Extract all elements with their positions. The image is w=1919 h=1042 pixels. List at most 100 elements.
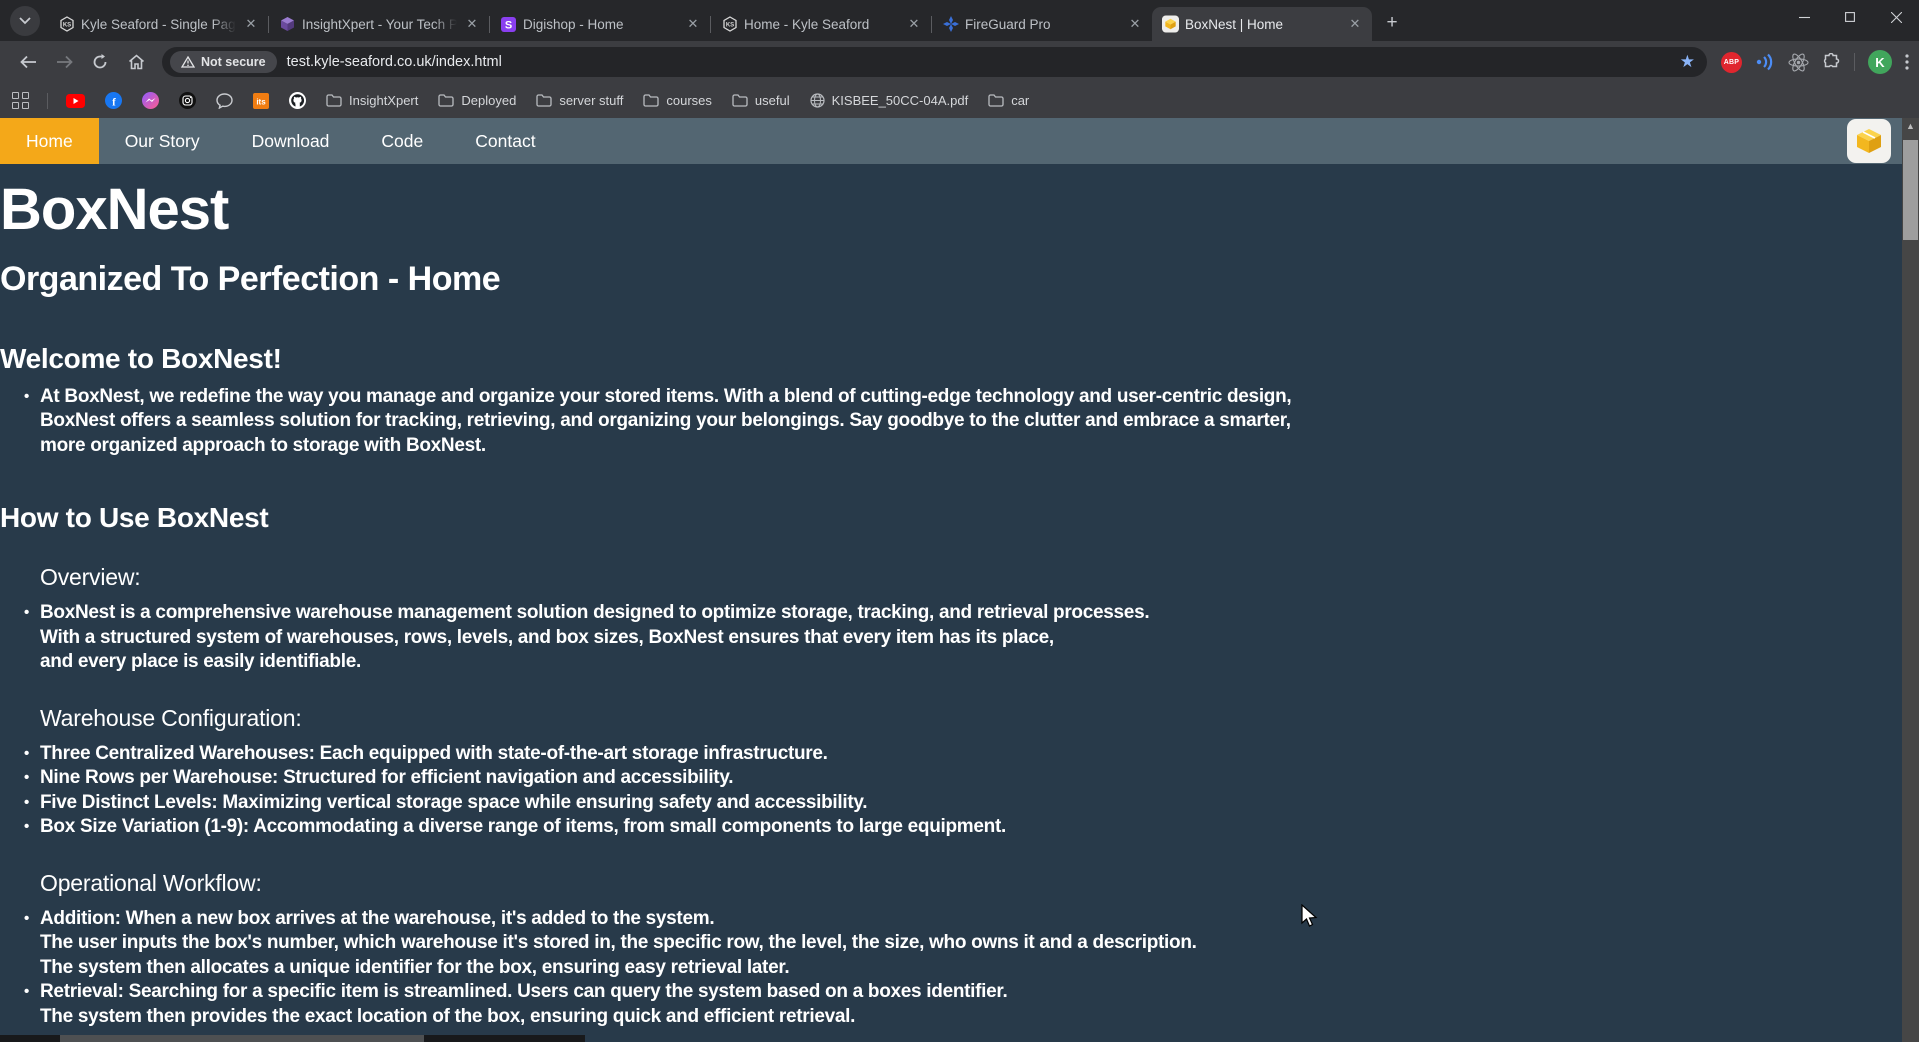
bookmark-kisbee-50cc-04a-pdf[interactable]: KISBEE_50CC-04A.pdf [810,93,969,108]
web-page: HomeOur StoryDownloadCodeContact BoxNest… [0,118,1919,1042]
instagram-icon [179,92,196,109]
svg-text:KS: KS [725,23,733,29]
folder-icon [536,94,552,107]
adblock-extension-icon[interactable]: ABP [1721,52,1742,73]
vertical-scrollbar[interactable]: ▲ [1902,118,1919,1042]
horizontal-scrollbar[interactable] [0,1035,585,1042]
toolbar-separator [1854,53,1855,71]
apps-grid-icon[interactable] [12,92,29,109]
bookmark-label: InsightXpert [349,93,418,108]
tab-close-button[interactable]: ✕ [1346,15,1364,33]
bookmark-deployed[interactable]: Deployed [438,93,516,108]
nav-item-home[interactable]: Home [0,118,99,164]
close-icon [1891,12,1902,23]
bookmark-insightxpert[interactable]: InsightXpert [326,93,418,108]
address-bar[interactable]: Not secure test.kyle-seaford.co.uk/index… [162,47,1707,77]
url-text[interactable]: test.kyle-seaford.co.uk/index.html [287,54,1680,70]
forward-button[interactable] [49,47,79,77]
nav-item-code[interactable]: Code [355,118,449,164]
page-content: BoxNest Organized To Perfection - Home W… [0,164,1919,1042]
bookmark-star-icon[interactable]: ★ [1680,52,1695,72]
facebook-icon: f [105,92,122,109]
warning-triangle-icon [181,56,195,68]
tab-close-button[interactable]: ✕ [1126,15,1144,33]
folder-icon [988,94,1004,107]
ks-hexagon-favicon-icon: KS [58,16,75,33]
home-button[interactable] [121,47,151,77]
tab-title: InsightXpert - Your Tech Partner [302,17,457,32]
bullet-list: Addition: When a new box arrives at the … [0,907,1919,1030]
tab-title: BoxNest | Home [1185,17,1340,32]
back-button[interactable] [13,47,43,77]
bookmark-item[interactable] [289,92,306,109]
profile-avatar[interactable]: K [1868,50,1892,74]
messenger-icon [142,92,159,109]
subsection-heading: Warehouse Configuration: [40,705,1919,732]
security-chip[interactable]: Not secure [170,51,277,73]
bookmark-item[interactable] [216,93,233,109]
tab-search-button[interactable] [10,6,40,36]
bookmark-item[interactable] [142,92,159,109]
nav-item-our-story[interactable]: Our Story [99,118,226,164]
new-tab-button[interactable]: + [1378,9,1406,37]
bookmark-server-stuff[interactable]: server stuff [536,93,623,108]
browser-tab[interactable]: FireGuard Pro ✕ [932,7,1152,41]
bookmark-item[interactable]: its [253,93,269,109]
minimize-button[interactable] [1781,0,1827,34]
maximize-icon [1845,12,1855,22]
bookmarks-separator [47,93,48,109]
window-controls [1781,0,1919,34]
sections-container: Welcome to BoxNest!At BoxNest, we redefi… [0,343,1919,1042]
home-icon [128,54,145,70]
horizontal-scrollbar-thumb[interactable] [60,1035,424,1042]
ks-hexagon-favicon-icon: KS [721,16,738,33]
nav-item-download[interactable]: Download [226,118,356,164]
browser-tab[interactable]: KSHome - Kyle Seaford✕ [711,7,931,41]
close-window-button[interactable] [1873,0,1919,34]
bookmark-courses[interactable]: courses [643,93,712,108]
tab-close-button[interactable]: ✕ [684,15,702,33]
browser-tab[interactable]: S Digishop - Home ✕ [490,7,710,41]
browser-tab[interactable]: KSKyle Seaford - Single Page (Dark✕ [48,7,268,41]
extensions-puzzle-icon[interactable] [1822,53,1841,72]
vertical-scrollbar-thumb[interactable] [1903,140,1918,240]
reload-button[interactable] [85,47,115,77]
bookmarks-bar: f its InsightXpert Deployed server stuff cour… [0,83,1919,118]
tab-strip: KSKyle Seaford - Single Page (Dark✕Insig… [0,0,1919,41]
forward-arrow-icon [56,55,73,69]
package-box-icon [1854,126,1884,156]
maximize-button[interactable] [1827,0,1873,34]
tabs-container: KSKyle Seaford - Single Page (Dark✕Insig… [48,7,1372,41]
bookmark-useful[interactable]: useful [732,93,790,108]
security-label: Not secure [201,55,266,69]
folder-icon [732,94,748,107]
tab-close-button[interactable]: ✕ [905,15,923,33]
svg-text:S: S [505,19,512,31]
site-nav-items: HomeOur StoryDownloadCodeContact [0,118,562,164]
sound-wave-extension-icon[interactable] [1755,53,1775,71]
browser-toolbar: Not secure test.kyle-seaford.co.uk/index… [0,41,1919,83]
reload-icon [92,54,108,70]
bookmark-item[interactable] [66,94,85,108]
tab-close-button[interactable]: ✕ [242,15,260,33]
bullet-item: Box Size Variation (1-9): Accommodating … [0,815,1919,840]
bookmark-item[interactable]: f [105,92,122,109]
purple-cube-favicon-icon [279,16,296,33]
tab-close-button[interactable]: ✕ [463,15,481,33]
bookmark-label: courses [666,93,712,108]
bookmark-car[interactable]: car [988,93,1029,108]
blue-snowflake-favicon-icon [942,16,959,33]
github-icon [289,92,306,109]
tab-title: FireGuard Pro [965,17,1120,32]
scroll-up-arrow-icon[interactable]: ▲ [1902,118,1919,134]
browser-tab[interactable]: InsightXpert - Your Tech Partner ✕ [269,7,489,41]
tab-title: Digishop - Home [523,17,678,32]
bullet-item: Nine Rows per Warehouse: Structured for … [0,766,1919,791]
nav-item-contact[interactable]: Contact [449,118,561,164]
react-devtools-icon[interactable] [1788,53,1809,72]
bullet-item: Five Distinct Levels: Maximizing vertica… [0,791,1919,816]
browser-menu-icon[interactable] [1905,54,1909,70]
browser-tab[interactable]: BoxNest | Home ✕ [1152,7,1372,41]
chevron-down-icon [19,17,31,25]
bookmark-item[interactable] [179,92,196,109]
